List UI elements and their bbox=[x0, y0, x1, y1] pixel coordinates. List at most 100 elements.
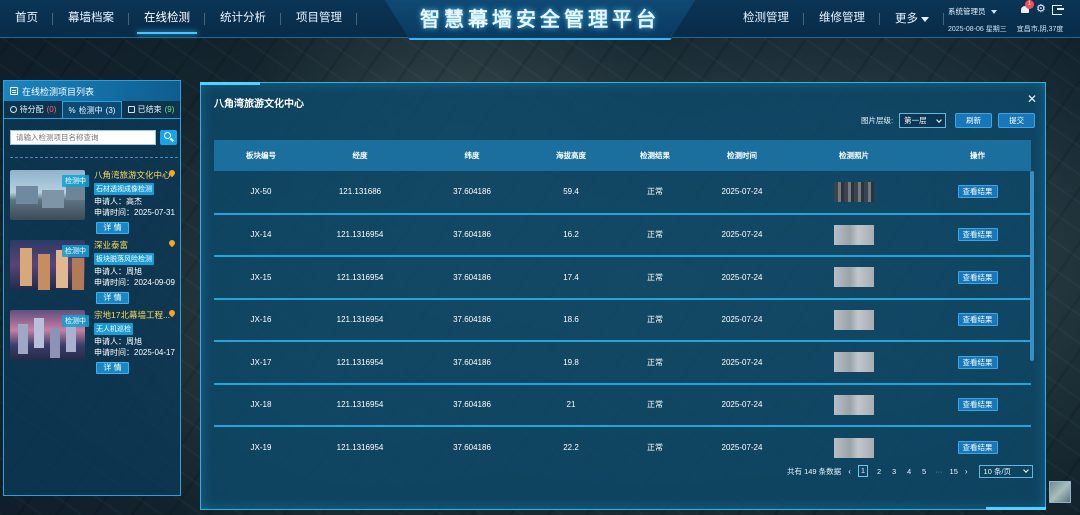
status-tag: 检测中 bbox=[62, 175, 89, 187]
inspection-table: 板块编号 经度 纬度 海拔高度 检测结果 检测时间 检测照片 操作 JX-50 … bbox=[214, 140, 1031, 469]
page-1[interactable]: 1 bbox=[857, 465, 869, 477]
tab-finished[interactable]: 已结束 (9) bbox=[122, 101, 180, 118]
submit-button[interactable]: 提交 bbox=[998, 113, 1036, 128]
layer-value: 第一层 bbox=[904, 116, 927, 125]
detail-button[interactable]: 详 情 bbox=[96, 222, 129, 234]
nav-home[interactable]: 首页 bbox=[0, 0, 53, 38]
cell-latitude: 37.604186 bbox=[453, 400, 491, 410]
cell-result: 正常 bbox=[647, 357, 663, 367]
cell-photo bbox=[784, 299, 924, 342]
cell-latitude: 37.604186 bbox=[453, 315, 491, 325]
user-menu[interactable]: 系统管理员 bbox=[948, 6, 997, 17]
cell-id: JX-14 bbox=[250, 230, 272, 240]
view-result-button[interactable]: 查看结果 bbox=[957, 355, 998, 369]
project-name[interactable]: 八角湾旅游文化中心 bbox=[94, 169, 174, 181]
project-card[interactable]: 检测中 八角湾旅游文化中心 石材透视成像检测 申请人：高杰 申请时间：2025-… bbox=[10, 168, 180, 236]
cell-action: 查看结果 bbox=[924, 214, 1031, 257]
tab-unassigned[interactable]: 待分配 (0) bbox=[4, 101, 62, 118]
cell-longitude: 121.1316954 bbox=[336, 230, 384, 240]
project-name[interactable]: 宗地17北幕墙工程... bbox=[94, 309, 174, 321]
page-5[interactable]: 5 bbox=[920, 467, 928, 476]
layer-select[interactable]: 第一层 bbox=[899, 113, 947, 128]
bell-icon[interactable]: 1 bbox=[1020, 0, 1034, 15]
total-count: 共有 149 条数据 bbox=[787, 466, 842, 476]
table-row[interactable]: JX-19 121.1316954 37.604186 22.2 正常 2025… bbox=[214, 426, 1031, 469]
nav-archive[interactable]: 幕墙档案 bbox=[53, 0, 129, 38]
inspection-dialog: 八角湾旅游文化中心 ✕ 图片层级: 第一层 刷新 提交 板块编号 经度 纬度 海… bbox=[200, 82, 1046, 510]
cell-latitude: 37.604186 bbox=[453, 443, 491, 453]
table-row[interactable]: JX-18 121.1316954 37.604186 21 正常 2025-0… bbox=[214, 384, 1031, 427]
col-altitude: 海拔高度 bbox=[556, 151, 586, 160]
nav-more[interactable]: 更多 bbox=[880, 0, 944, 38]
map-layer-toggle[interactable] bbox=[1049, 481, 1071, 503]
apply-time: 申请时间：2025-07-31 bbox=[94, 208, 175, 217]
page-last[interactable]: 15 bbox=[950, 467, 958, 476]
next-page-icon[interactable]: › bbox=[965, 467, 968, 476]
inspection-photo[interactable] bbox=[834, 309, 874, 330]
table-row[interactable]: JX-14 121.1316954 37.604186 16.2 正常 2025… bbox=[214, 214, 1031, 257]
table-row[interactable]: JX-17 121.1316954 37.604186 19.8 正常 2025… bbox=[214, 341, 1031, 384]
view-result-button[interactable]: 查看结果 bbox=[957, 270, 998, 284]
percent-icon: % bbox=[68, 105, 76, 115]
dialog-toolbar: 图片层级: 第一层 刷新 提交 bbox=[861, 113, 1036, 128]
cell-altitude: 17.4 bbox=[563, 272, 579, 282]
nav-statistics[interactable]: 统计分析 bbox=[205, 0, 281, 38]
detail-button[interactable]: 详 情 bbox=[96, 362, 129, 374]
prev-page-icon[interactable]: ‹ bbox=[848, 467, 851, 476]
layer-label: 图片层级: bbox=[861, 116, 894, 125]
tab-inspecting[interactable]: % 检测中 (3) bbox=[62, 101, 122, 118]
inspection-photo[interactable] bbox=[834, 267, 874, 288]
cell-action: 查看结果 bbox=[924, 384, 1031, 427]
cell-photo bbox=[784, 426, 924, 469]
view-result-button[interactable]: 查看结果 bbox=[957, 228, 998, 242]
project-search-input[interactable] bbox=[10, 130, 156, 145]
cell-latitude: 37.604186 bbox=[453, 230, 491, 240]
view-result-button[interactable]: 查看结果 bbox=[957, 185, 998, 199]
status-tag: 检测中 bbox=[62, 245, 89, 257]
cell-action: 查看结果 bbox=[924, 426, 1031, 469]
page-2[interactable]: 2 bbox=[875, 467, 883, 476]
pagination: 共有 149 条数据 ‹ 1 2 3 4 5 ··· 15 › 10 条/页 bbox=[787, 464, 1033, 478]
project-card[interactable]: 检测中 深业泰富 板块脱落风险检测 申请人：周旭 申请时间：2024-09-09… bbox=[10, 238, 180, 306]
table-row[interactable]: JX-15 121.1316954 37.604186 17.4 正常 2025… bbox=[214, 256, 1031, 299]
inspection-photo[interactable] bbox=[834, 181, 874, 202]
nav-project-management[interactable]: 项目管理 bbox=[281, 0, 357, 38]
project-card[interactable]: 检测中 宗地17北幕墙工程... 无人机巡检 申请人：周旭 申请时间：2025-… bbox=[10, 308, 180, 376]
page-size-select[interactable]: 10 条/页 bbox=[978, 464, 1033, 478]
search-button[interactable] bbox=[160, 130, 177, 145]
inspection-photo[interactable] bbox=[834, 352, 874, 373]
page-4[interactable]: 4 bbox=[905, 467, 913, 476]
cell-result: 正常 bbox=[647, 443, 663, 453]
cell-photo bbox=[784, 384, 924, 427]
inspection-photo[interactable] bbox=[834, 394, 874, 415]
nav-maintenance-management[interactable]: 维修管理 bbox=[804, 0, 880, 38]
table-row[interactable]: JX-16 121.1316954 37.604186 18.6 正常 2025… bbox=[214, 299, 1031, 342]
table-scrollbar[interactable] bbox=[1030, 171, 1034, 361]
tab-label: 待分配 bbox=[19, 105, 44, 114]
more-pages[interactable]: ··· bbox=[935, 467, 943, 476]
view-result-button[interactable]: 查看结果 bbox=[957, 313, 998, 327]
page-3[interactable]: 3 bbox=[890, 467, 898, 476]
logout-icon[interactable] bbox=[1051, 4, 1064, 15]
view-result-button[interactable]: 查看结果 bbox=[957, 398, 998, 412]
cell-time: 2025-07-24 bbox=[721, 357, 763, 367]
user-name: 系统管理员 bbox=[948, 7, 986, 16]
nav-online-inspection[interactable]: 在线检测 bbox=[129, 0, 205, 38]
close-icon[interactable]: ✕ bbox=[1027, 93, 1037, 105]
table-row[interactable]: JX-50 121.131686 37.604186 59.4 正常 2025-… bbox=[214, 171, 1031, 214]
inspection-photo[interactable] bbox=[834, 224, 874, 245]
cell-longitude: 121.1316954 bbox=[336, 443, 384, 453]
panel-title: 在线检测项目列表 bbox=[22, 86, 95, 97]
platform-title: 智慧幕墙安全管理平台 bbox=[420, 9, 660, 31]
nav-inspection-management[interactable]: 检测管理 bbox=[728, 0, 804, 38]
cell-longitude: 121.1316954 bbox=[336, 357, 384, 367]
gear-icon[interactable]: ⚙ bbox=[1036, 4, 1046, 15]
detail-button[interactable]: 详 情 bbox=[96, 292, 129, 304]
project-name[interactable]: 深业泰富 bbox=[94, 239, 174, 251]
refresh-button[interactable]: 刷新 bbox=[955, 113, 993, 128]
view-result-button[interactable]: 查看结果 bbox=[957, 441, 998, 455]
cell-action: 查看结果 bbox=[924, 299, 1031, 342]
col-photo: 检测照片 bbox=[839, 151, 869, 160]
status-tag: 检测中 bbox=[62, 315, 89, 327]
inspection-photo[interactable] bbox=[834, 437, 874, 458]
